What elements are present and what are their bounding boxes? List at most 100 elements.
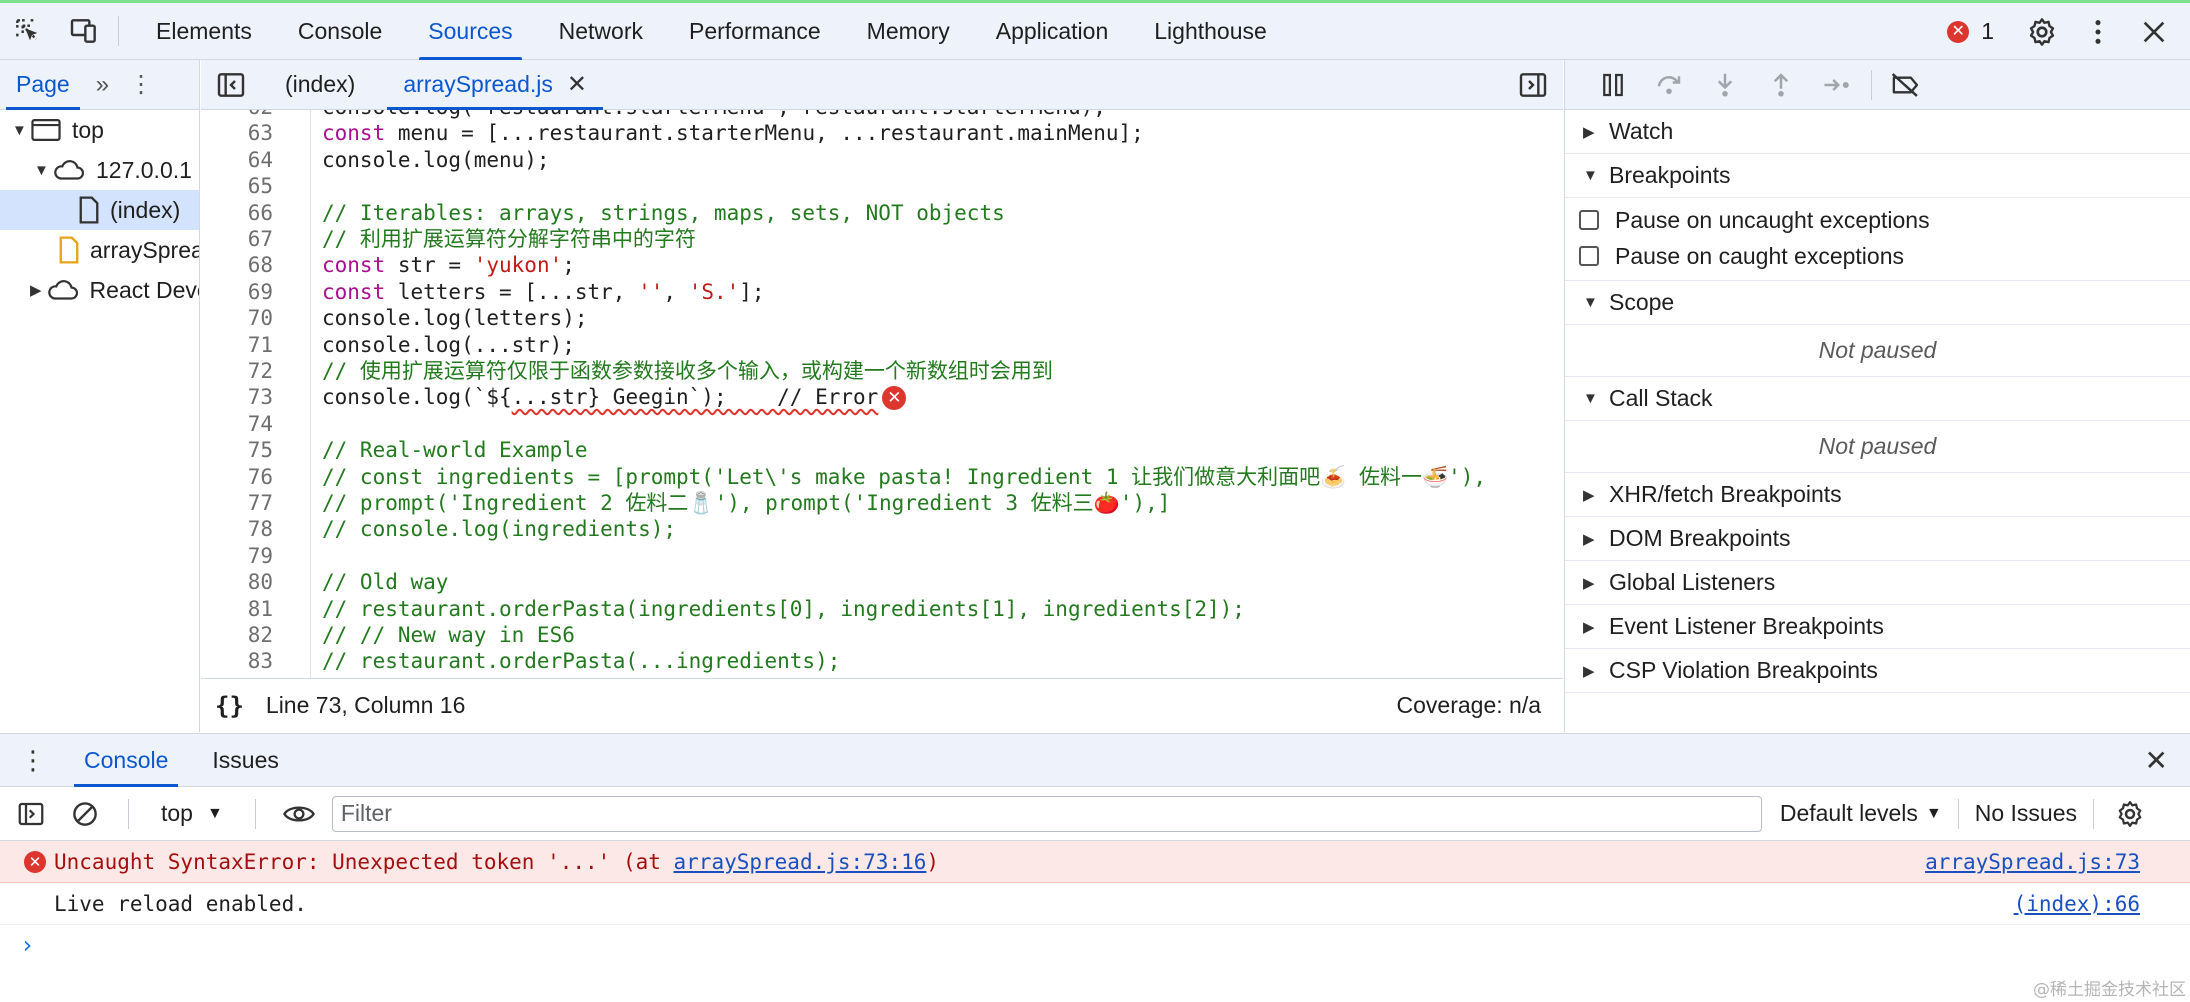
close-devtools-icon[interactable] [2126,4,2182,60]
tab-performance[interactable]: Performance [666,3,844,60]
line-number[interactable]: 79 [201,543,273,569]
line-number[interactable]: 72 [201,358,273,384]
checkbox[interactable] [1579,210,1599,230]
section-watch[interactable]: ▶ Watch [1565,110,2190,154]
checkbox-pause-on-caught-exceptions[interactable]: Pause on caught exceptions [1565,238,2190,274]
line-number[interactable]: 82 [201,622,273,648]
toolbar-right: ✕ 1 [1947,3,2190,60]
line-number[interactable]: 68 [201,252,273,278]
error-location-link[interactable]: arraySpread.js:73:16 [674,850,927,874]
error-source-link[interactable]: arraySpread.js:73 [1925,850,2140,874]
js-file-icon [58,236,90,264]
more-tabs-chevron-icon[interactable]: » [86,71,119,99]
deactivate-breakpoints-icon[interactable] [1878,60,1934,110]
tab-elements[interactable]: Elements [133,3,275,60]
tree-item-arrayspread-js[interactable]: arraySpread.js [0,230,199,270]
close-tab-icon[interactable]: ✕ [567,70,587,99]
line-number[interactable]: 64 [201,147,273,173]
expanded-triangle-icon[interactable]: ▼ [34,162,49,179]
live-expression-eye-icon[interactable] [272,787,326,841]
line-number[interactable]: 66 [201,200,273,226]
step-into-icon [1697,60,1753,110]
line-number[interactable]: 83 [201,648,273,674]
line-number[interactable]: 67 [201,226,273,252]
line-number[interactable]: 62 [201,110,273,120]
section-global-listeners[interactable]: ▶ Global Listeners [1565,561,2190,605]
console-log-message: Live reload enabled. (index):66 [0,883,2190,925]
line-number[interactable]: 63 [201,120,273,146]
line-number[interactable]: 74 [201,411,273,437]
close-drawer-icon[interactable]: ✕ [2145,744,2168,777]
inline-error-icon[interactable]: ✕ [882,386,907,411]
section-call-stack[interactable]: ▼ Call Stack [1565,377,2190,421]
section-csp-violation-breakpoints[interactable]: ▶ CSP Violation Breakpoints [1565,649,2190,693]
line-number[interactable]: 65 [201,173,273,199]
section-dom-breakpoints[interactable]: ▶ DOM Breakpoints [1565,517,2190,561]
toggle-debugger-icon[interactable] [1503,57,1563,113]
code-line: 78 // console.log(ingredients); [201,516,1563,542]
line-number[interactable]: 70 [201,305,273,331]
tab-application[interactable]: Application [973,3,1132,60]
toggle-navigator-icon[interactable] [201,57,261,113]
console-filter-input[interactable] [331,795,1762,832]
log-text: Live reload enabled. [54,891,307,916]
tree-item-top[interactable]: ▼ top [0,110,199,150]
expanded-triangle-icon[interactable]: ▼ [12,122,27,139]
settings-gear-icon[interactable] [2014,4,2070,60]
code-token: // prompt('Ingredient 2 佐料二🧂'), prompt('… [322,491,1171,515]
tab-page[interactable]: Page [0,60,86,110]
checkbox-pause-on-uncaught-exceptions[interactable]: Pause on uncaught exceptions [1565,202,2190,238]
line-number[interactable]: 71 [201,332,273,358]
tab-lighthouse[interactable]: Lighthouse [1131,3,1290,60]
device-toggle-icon[interactable] [56,3,112,59]
section-xhr-fetch-breakpoints[interactable]: ▶ XHR/fetch Breakpoints [1565,473,2190,517]
section-scope[interactable]: ▼ Scope [1565,281,2190,325]
editor-tab-index[interactable]: (index) [261,60,379,110]
tree-item-127-0-0-1[interactable]: ▼ 127.0.0.1 [0,150,199,190]
line-number[interactable]: 75 [201,437,273,463]
log-levels-value: Default levels [1779,800,1918,826]
drawer-menu-icon[interactable]: ⋮ [0,745,62,776]
editor-tab-arrayspread-js[interactable]: arraySpread.js ✕ [379,60,611,110]
line-number[interactable]: 73 [201,384,273,410]
line-number[interactable]: 69 [201,279,273,305]
tree-item-react-developer-tools[interactable]: ▶ React Developer Tools [0,270,199,310]
line-number[interactable]: 76 [201,464,273,490]
file-tree: ▼ top ▼ 127.0.0.1 (index) arraySpread.js ▶ Reac… [0,110,199,310]
line-source: const menu = [...restaurant.starterMenu,… [322,120,1144,146]
tab-memory[interactable]: Memory [844,3,973,60]
issues-count[interactable]: No Issues [1975,800,2077,827]
collapsed-triangle-icon[interactable]: ▶ [30,281,42,299]
editor-tab-label: (index) [285,71,356,97]
line-number[interactable]: 78 [201,516,273,542]
tab-network[interactable]: Network [536,3,666,60]
line-number[interactable]: 81 [201,596,273,622]
tab-console[interactable]: Console [275,3,405,60]
more-vertical-icon[interactable] [2070,4,2126,60]
pretty-print-icon[interactable]: {} [215,692,244,720]
drawer-tab-console[interactable]: Console [62,733,190,787]
context-selector[interactable]: top ▼ [145,800,239,827]
console-settings-gear-icon[interactable] [2110,787,2150,841]
error-count: 1 [1981,18,1994,44]
checkbox[interactable] [1579,246,1599,266]
console-prompt[interactable]: › [0,925,2190,965]
section-breakpoints[interactable]: ▼ Breakpoints [1565,154,2190,198]
section-event-listener-breakpoints[interactable]: ▶ Event Listener Breakpoints [1565,605,2190,649]
tab-sources[interactable]: Sources [405,3,535,60]
pause-icon[interactable] [1585,60,1641,110]
line-number[interactable]: 80 [201,569,273,595]
code-editor[interactable]: 62 console.log('restaurant.starterMenu', … [201,110,1563,678]
navigator-menu-icon[interactable]: ⋮ [119,70,163,99]
line-number[interactable]: 77 [201,490,273,516]
clear-console-icon[interactable] [58,787,112,841]
inspect-element-icon[interactable] [0,3,56,59]
toggle-sidebar-icon[interactable] [4,787,58,841]
tree-item-index[interactable]: (index) [0,190,199,230]
code-line: 68 const str = 'yukon'; [201,252,1563,278]
log-levels-dropdown[interactable]: Default levels ▼ [1780,800,1942,827]
caret-down-icon: ▼ [1925,804,1942,822]
error-counter[interactable]: ✕ 1 [1947,18,1994,45]
drawer-tab-issues[interactable]: Issues [190,733,300,787]
log-source-link[interactable]: (index):66 [2014,892,2140,916]
